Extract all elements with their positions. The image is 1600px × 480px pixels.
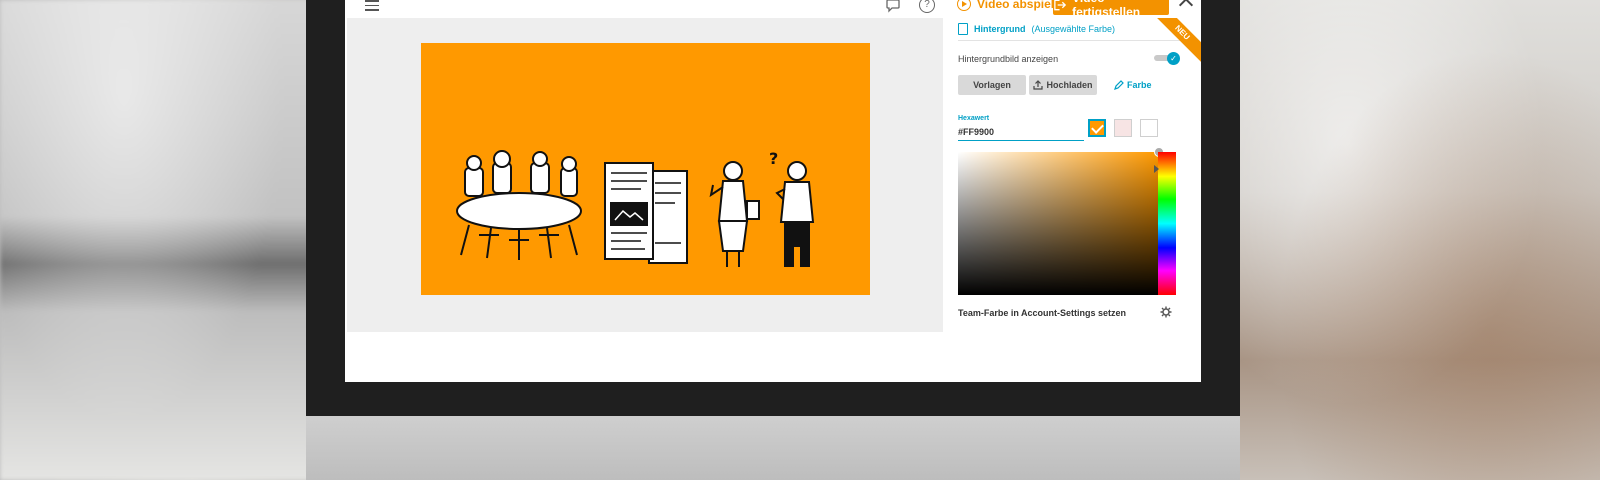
pipette-icon [1114, 80, 1124, 90]
woman-illustration [709, 161, 760, 267]
play-icon [957, 0, 971, 11]
scene-canvas[interactable]: ? [421, 43, 870, 295]
show-background-label: Hintergrundbild anzeigen [958, 54, 1059, 64]
hue-marker[interactable] [1154, 165, 1159, 173]
team-color-label: Team-Farbe in Account-Settings setzen [958, 308, 1127, 318]
templates-label: Vorlagen [973, 80, 1011, 90]
background-blur-left [0, 0, 310, 480]
swatch-pink[interactable] [1114, 119, 1132, 137]
scene-illustration: ? [456, 149, 815, 267]
monitor-stand [306, 415, 1240, 480]
help-icon[interactable]: ? [919, 0, 935, 13]
man-illustration: ? [769, 149, 815, 267]
app-screen: ? Video abspielen Video fertigstellen [345, 0, 1201, 382]
color-label: Farbe [1127, 80, 1152, 90]
hex-input[interactable] [958, 124, 1084, 141]
upload-icon [1033, 80, 1044, 90]
svg-text:?: ? [769, 149, 778, 168]
properties-panel: Hintergrund (Ausgewählte Farbe) NEU Hint… [943, 18, 1201, 382]
top-toolbar: ? Video abspielen Video fertigstellen [345, 0, 1201, 19]
background-source-tabs: Vorlagen Hochladen Farbe [958, 75, 1152, 95]
show-background-row: Hintergrundbild anzeigen ✓ [958, 52, 1186, 68]
meeting-table-illustration [456, 150, 582, 260]
bottom-strip [345, 332, 1201, 382]
play-video-button[interactable]: Video abspielen [957, 0, 1068, 13]
background-blur-right [1240, 0, 1600, 480]
menu-icon[interactable] [365, 0, 379, 11]
swatch-white[interactable] [1140, 119, 1158, 137]
saturation-value-picker[interactable] [958, 152, 1158, 295]
gear-icon[interactable] [1160, 306, 1172, 318]
upload-label: Hochladen [1046, 80, 1093, 90]
check-icon [1091, 121, 1104, 134]
finish-video-label: Video fertigstellen [1072, 0, 1141, 19]
hue-slider[interactable] [1158, 152, 1176, 295]
show-background-toggle[interactable]: ✓ [1154, 52, 1180, 65]
export-icon [1054, 0, 1067, 10]
templates-button[interactable]: Vorlagen [958, 75, 1026, 95]
documents-illustration [604, 162, 688, 264]
chevron-up-icon[interactable] [1178, 0, 1194, 13]
color-button[interactable]: Farbe [1114, 75, 1152, 95]
finish-video-button[interactable]: Video fertigstellen [1053, 0, 1169, 19]
check-icon: ✓ [1167, 52, 1180, 65]
team-color-row[interactable]: Team-Farbe in Account-Settings setzen [958, 306, 1172, 322]
panel-header-title: Hintergrund [974, 24, 1026, 34]
hex-label: Hexawert [958, 115, 990, 122]
file-icon [958, 23, 968, 35]
upload-button[interactable]: Hochladen [1029, 75, 1097, 95]
editor-stage: ? [347, 18, 943, 332]
swatch-orange[interactable] [1088, 119, 1106, 137]
panel-header-subtitle: (Ausgewählte Farbe) [1031, 24, 1116, 34]
panel-header: Hintergrund (Ausgewählte Farbe) [958, 18, 1186, 41]
chat-icon[interactable] [885, 0, 901, 13]
